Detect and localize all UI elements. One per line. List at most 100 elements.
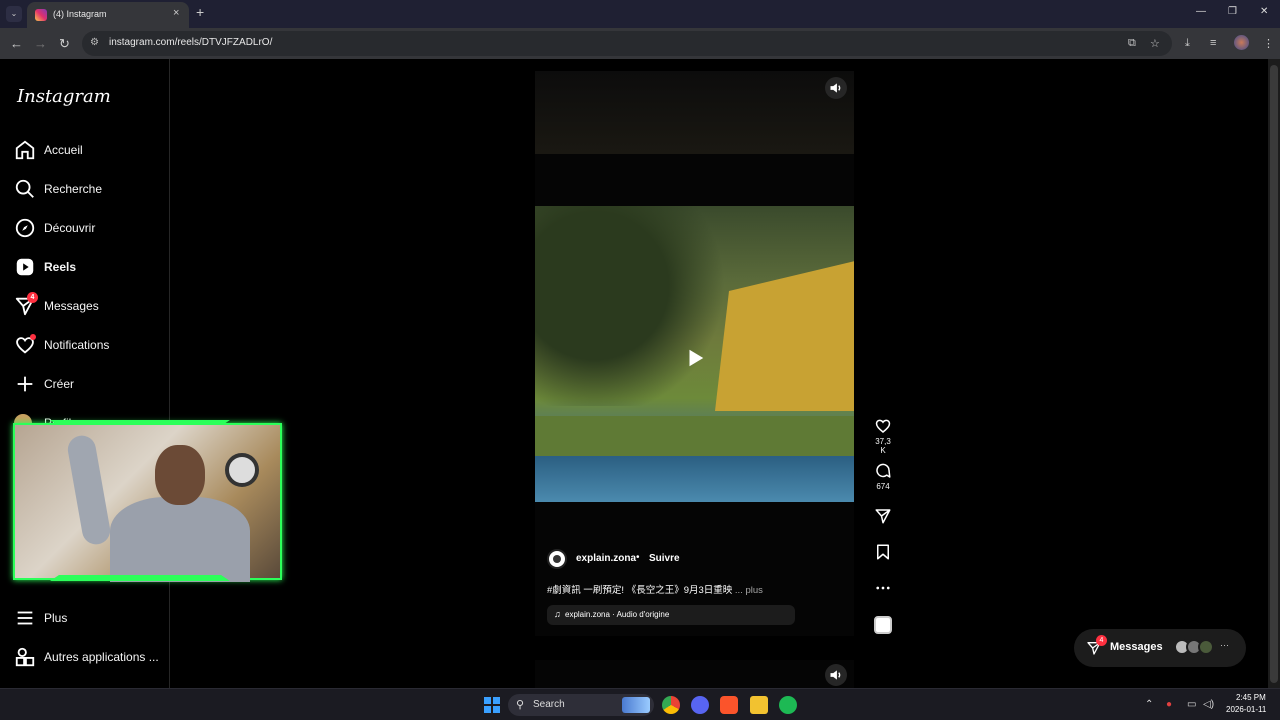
video-trees <box>535 206 735 406</box>
media-control-icon[interactable]: ≡ <box>1210 37 1216 49</box>
reel-author-row: explain.zona • Suivre <box>547 549 847 571</box>
more-contacts-icon: ··· <box>1220 640 1229 650</box>
sidebar-item-label: Découvrir <box>44 221 96 235</box>
tray-overflow-icon[interactable]: ⌃ <box>1145 699 1153 710</box>
tab-search-button[interactable]: ⌄ <box>6 6 22 22</box>
browser-tab-bar: ⌄ (4) Instagram × + — ❐ ✕ <box>0 0 1280 28</box>
webcam-frame-bottom <box>50 575 230 581</box>
reels-icon <box>16 258 34 276</box>
more-dots-icon[interactable] <box>874 579 892 597</box>
instagram-logo[interactable]: Instagram <box>17 86 111 107</box>
discord-icon[interactable] <box>691 696 709 714</box>
video-pool <box>535 456 854 502</box>
sidebar-item-label: Recherche <box>44 182 103 196</box>
network-icon[interactable]: ▭ <box>1187 699 1196 710</box>
reel-top-area <box>535 71 854 154</box>
bookmark-icon[interactable] <box>874 543 892 561</box>
file-explorer-icon[interactable] <box>750 696 768 714</box>
play-icon[interactable] <box>684 347 706 369</box>
sound-toggle-button[interactable] <box>825 77 847 99</box>
like-action[interactable]: 37,3 K <box>872 417 894 455</box>
sidebar-item-search[interactable]: Recherche <box>14 178 164 202</box>
sidebar-item-other-apps[interactable]: Autres applications ... <box>14 646 164 670</box>
minimize-button[interactable]: — <box>1196 6 1206 17</box>
taskbar-search-label: Search <box>533 699 565 710</box>
reel-caption: #劇資訊 一刷預定! 《長空之王》9月3日重映 ... plus <box>547 582 763 596</box>
caption-more-link[interactable]: ... plus <box>735 585 763 596</box>
heart-icon[interactable] <box>874 417 892 435</box>
next-reel-preview[interactable] <box>535 660 854 688</box>
webcam-overlay <box>13 423 282 582</box>
sidebar-item-label: Notifications <box>44 338 110 352</box>
author-separator: • <box>636 552 640 563</box>
tab-close-icon[interactable]: × <box>173 7 179 19</box>
home-icon <box>15 140 35 160</box>
author-avatar[interactable] <box>547 549 567 569</box>
sidebar-item-explore[interactable]: Découvrir <box>14 217 164 241</box>
chrome-icon[interactable] <box>662 696 680 714</box>
audio-owner-avatar[interactable] <box>874 616 892 634</box>
next-sound-toggle-button[interactable] <box>825 664 847 686</box>
notification-dot <box>30 334 36 340</box>
install-app-icon[interactable]: ⧉ <box>1128 37 1136 50</box>
sidebar-item-label: Reels <box>44 260 77 274</box>
bookmark-star-icon[interactable]: ☆ <box>1150 37 1160 50</box>
comment-action[interactable]: 674 <box>872 462 894 491</box>
comment-count: 674 <box>876 482 890 491</box>
caption-text: #劇資訊 一刷預定! 《長空之王》9月3日重映 <box>547 585 733 596</box>
close-window-button[interactable]: ✕ <box>1260 6 1268 17</box>
taskbar-search[interactable]: ⚲ Search <box>508 694 654 716</box>
sidebar-item-create[interactable]: Créer <box>14 373 164 397</box>
spotify-icon[interactable] <box>779 696 797 714</box>
browser-tab[interactable]: (4) Instagram × <box>27 2 189 28</box>
new-tab-button[interactable]: + <box>196 4 204 20</box>
browser-menu-icon[interactable]: ⋮ <box>1263 37 1274 50</box>
page-scrollbar[interactable] <box>1268 59 1280 688</box>
follow-button[interactable]: Suivre <box>649 553 680 564</box>
url-text[interactable]: instagram.com/reels/DTVJFZADLrO/ <box>109 37 272 48</box>
sidebar-item-notifications[interactable]: Notifications <box>14 334 164 358</box>
reload-icon[interactable]: ↻ <box>59 36 70 52</box>
messages-floating-button[interactable]: 4 Messages ··· <box>1074 629 1246 667</box>
browser-toolbar: ← → ↻ ⚙ instagram.com/reels/DTVJFZADLrO/… <box>0 28 1280 59</box>
video-house <box>715 261 854 411</box>
instagram-page: Instagram Accueil Recherche Découvrir Re… <box>0 59 1280 688</box>
brave-icon[interactable] <box>720 696 738 714</box>
search-icon: ⚲ <box>516 699 525 711</box>
wall-clock <box>225 453 259 487</box>
clock-date[interactable]: 2026-01-11 <box>1226 705 1266 714</box>
save-action[interactable] <box>872 543 894 561</box>
reel-player[interactable]: explain.zona • Suivre #劇資訊 一刷預定! 《長空之王》9… <box>535 71 854 636</box>
comment-icon[interactable] <box>874 462 892 480</box>
person-head <box>155 445 205 505</box>
speaker-icon <box>830 670 841 680</box>
compass-icon <box>15 218 35 238</box>
download-icon[interactable]: ⤓ <box>1185 37 1190 50</box>
back-icon[interactable]: ← <box>10 36 23 51</box>
sidebar-item-label: Accueil <box>44 143 83 157</box>
apps-icon <box>15 647 35 667</box>
windows-start-icon[interactable] <box>484 697 500 713</box>
forward-icon[interactable]: → <box>34 36 47 51</box>
site-info-icon[interactable]: ⚙ <box>90 37 99 48</box>
sidebar-item-reels[interactable]: Reels <box>14 256 164 280</box>
author-name[interactable]: explain.zona <box>576 553 636 564</box>
restore-button[interactable]: ❐ <box>1228 6 1237 17</box>
profile-avatar-icon[interactable] <box>1234 35 1249 50</box>
microphone-icon[interactable]: ● <box>1166 699 1172 710</box>
sidebar-item-home[interactable]: Accueil <box>14 139 164 163</box>
address-bar[interactable]: ⚙ instagram.com/reels/DTVJFZADLrO/ <box>82 31 1172 56</box>
scrollbar-thumb[interactable] <box>1270 65 1278 683</box>
messages-float-badge: 4 <box>1096 635 1107 646</box>
share-action[interactable] <box>872 507 894 525</box>
audio-pill[interactable]: ♫ explain.zona · Audio d'origine <box>547 605 795 625</box>
sidebar-item-messages[interactable]: 4 Messages <box>14 292 164 319</box>
clock-time[interactable]: 2:45 PM <box>1236 693 1266 702</box>
sidebar-item-more[interactable]: Plus <box>14 607 164 631</box>
search-highlight-image <box>622 697 650 713</box>
more-options-action[interactable] <box>872 579 894 597</box>
raised-arm <box>65 433 113 547</box>
share-icon[interactable] <box>874 507 892 525</box>
volume-icon[interactable]: ◁) <box>1203 699 1214 710</box>
instagram-favicon-icon <box>35 9 47 21</box>
